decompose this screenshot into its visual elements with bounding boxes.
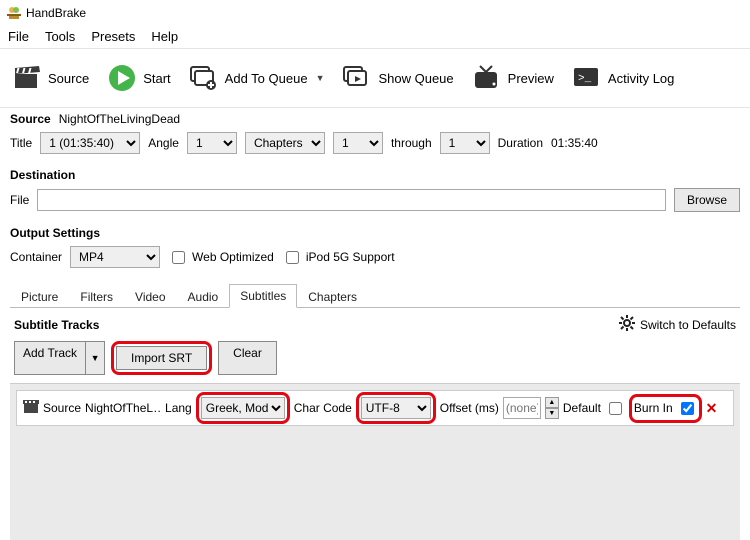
tab-filters[interactable]: Filters — [69, 285, 124, 308]
title-bar: HandBrake — [0, 0, 750, 27]
track-charcode-select[interactable]: UTF-8 — [361, 397, 431, 419]
track-offset-label: Offset (ms) — [440, 401, 499, 415]
caret-down-icon[interactable]: ▼ — [86, 341, 105, 375]
track-burnin-checkbox[interactable] — [681, 402, 694, 415]
subtitles-panel: Subtitle Tracks Switch to Defaults Add T… — [10, 308, 740, 538]
clear-button[interactable]: Clear — [218, 341, 277, 375]
web-optimized-checkbox[interactable]: Web Optimized — [168, 248, 274, 267]
range-to-select[interactable]: 1 — [440, 132, 490, 154]
tab-chapters[interactable]: Chapters — [297, 285, 368, 308]
track-lang-select[interactable]: Greek, Mod — [201, 397, 285, 419]
tab-subtitles[interactable]: Subtitles — [229, 284, 297, 308]
tv-icon — [472, 63, 502, 93]
source-label: Source — [10, 112, 51, 126]
source-value: NightOfTheLivingDead — [59, 112, 180, 126]
track-source-label: Source — [43, 401, 81, 415]
play-icon — [107, 63, 137, 93]
duration-label: Duration — [498, 136, 543, 150]
toolbar-source[interactable]: Source — [6, 59, 95, 97]
angle-label: Angle — [148, 136, 179, 150]
browse-button[interactable]: Browse — [674, 188, 740, 212]
toolbar-add-to-queue[interactable]: Add To Queue ▼ — [183, 59, 331, 97]
clapperboard-icon — [12, 63, 42, 93]
track-charcode-label: Char Code — [294, 401, 352, 415]
delete-track-icon[interactable]: ✕ — [706, 400, 718, 417]
app-icon — [6, 5, 22, 21]
queue-add-icon — [189, 63, 219, 93]
subtitle-track-row: Source NightOfTheL… Lang Greek, Mod Char… — [16, 390, 734, 426]
track-default-label: Default — [563, 401, 601, 415]
tab-audio[interactable]: Audio — [177, 285, 230, 308]
track-source-value: NightOfTheL… — [85, 401, 161, 415]
menu-tools[interactable]: Tools — [45, 29, 75, 44]
title-label: Title — [10, 136, 32, 150]
highlight-import-srt: Import SRT — [111, 341, 212, 375]
svg-text:>_: >_ — [578, 73, 592, 85]
toolbar-start-label: Start — [143, 71, 170, 86]
toolbar-preview[interactable]: Preview — [466, 59, 560, 97]
container-select[interactable]: MP4 — [70, 246, 160, 268]
highlight-burn-in: Burn In — [629, 394, 702, 423]
track-burnin-label: Burn In — [634, 401, 673, 415]
tab-picture[interactable]: Picture — [10, 285, 69, 308]
through-label: through — [391, 136, 432, 150]
destination-section: Destination File Browse — [0, 164, 750, 222]
gear-icon — [618, 314, 636, 335]
subtitle-tracks-heading: Subtitle Tracks — [14, 318, 99, 332]
menu-file[interactable]: File — [8, 29, 29, 44]
add-track-button[interactable]: Add Track ▼ — [14, 341, 105, 375]
highlight-charcode: UTF-8 — [356, 392, 436, 424]
menu-presets[interactable]: Presets — [91, 29, 135, 44]
switch-to-defaults[interactable]: Switch to Defaults — [618, 314, 736, 335]
destination-heading: Destination — [10, 168, 75, 182]
toolbar-show-queue[interactable]: Show Queue — [336, 59, 459, 97]
toolbar-preview-label: Preview — [508, 71, 554, 86]
range-from-select[interactable]: 1 — [333, 132, 383, 154]
import-srt-button[interactable]: Import SRT — [116, 346, 207, 370]
queue-icon — [342, 63, 372, 93]
highlight-lang: Greek, Mod — [196, 392, 290, 424]
range-mode-select[interactable]: Chapters — [245, 132, 325, 154]
caret-down-icon: ▼ — [316, 73, 325, 83]
container-label: Container — [10, 250, 62, 264]
spinner-up[interactable]: ▲ — [545, 397, 559, 408]
toolbar-show-queue-label: Show Queue — [378, 71, 453, 86]
track-lang-label: Lang — [165, 401, 192, 415]
menu-help[interactable]: Help — [151, 29, 178, 44]
row-icon — [23, 400, 39, 417]
app-title: HandBrake — [26, 6, 86, 20]
track-default-checkbox[interactable] — [609, 402, 622, 415]
file-label: File — [10, 193, 29, 207]
source-section: Source NightOfTheLivingDead Title 1 (01:… — [0, 108, 750, 164]
terminal-icon: >_ — [572, 63, 602, 93]
title-select[interactable]: 1 (01:35:40) — [40, 132, 140, 154]
angle-select[interactable]: 1 — [187, 132, 237, 154]
tab-video[interactable]: Video — [124, 285, 176, 308]
output-settings-heading: Output Settings — [10, 226, 100, 240]
file-input[interactable] — [37, 189, 666, 211]
track-offset-input[interactable] — [503, 397, 541, 419]
spinner-down[interactable]: ▼ — [545, 408, 559, 419]
ipod-support-checkbox[interactable]: iPod 5G Support — [282, 248, 395, 267]
toolbar-source-label: Source — [48, 71, 89, 86]
tabs: Picture Filters Video Audio Subtitles Ch… — [10, 284, 740, 308]
toolbar-activity-label: Activity Log — [608, 71, 674, 86]
menu-bar: File Tools Presets Help — [0, 27, 750, 48]
toolbar: Source Start Add To Queue ▼ — [0, 49, 750, 107]
output-settings-section: Output Settings Container MP4 Web Optimi… — [0, 222, 750, 278]
offset-spinner[interactable]: ▲ ▼ — [545, 397, 559, 419]
toolbar-add-to-queue-label: Add To Queue — [225, 71, 308, 86]
toolbar-start[interactable]: Start — [101, 59, 176, 97]
duration-value: 01:35:40 — [551, 136, 598, 150]
subtitle-track-grid: Source NightOfTheL… Lang Greek, Mod Char… — [10, 383, 740, 540]
toolbar-activity-log[interactable]: >_ Activity Log — [566, 59, 680, 97]
